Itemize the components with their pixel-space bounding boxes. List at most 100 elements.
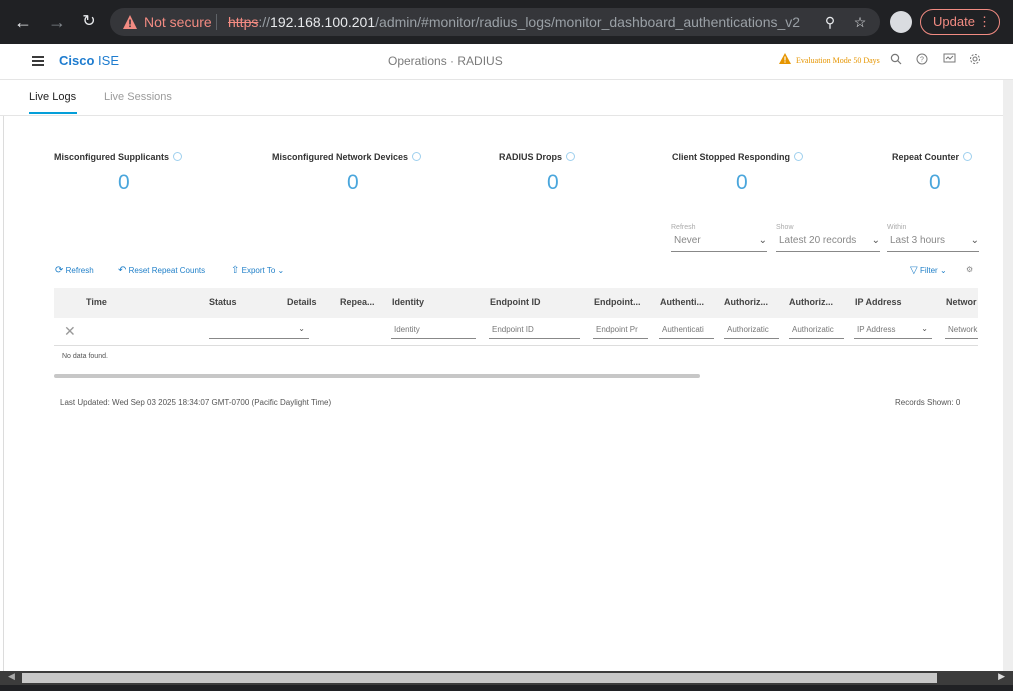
chevron-down-icon: ⌄ [921,325,928,333]
svg-text:?: ? [920,57,924,64]
authentication-filter-input[interactable]: Authenticati [659,325,714,339]
metric-label: RADIUS Drops [499,152,563,162]
metric-misconfigured-supplicants[interactable]: Misconfigured Supplicants 0 [54,147,183,194]
metric-value[interactable]: 0 [929,171,941,195]
table-horizontal-scrollbar[interactable] [54,374,700,378]
filter-icon: ▽ [910,265,918,276]
metric-misconfigured-network-devices[interactable]: Misconfigured Network Devices 0 [272,147,422,194]
zoom-icon[interactable]: ⚲ [820,12,840,32]
info-icon[interactable] [963,152,973,161]
page-horizontal-scrollbar[interactable]: ◀ ▶ [0,671,1013,685]
ip-address-filter-select[interactable]: IP Address ⌄ [854,325,932,339]
warning-icon [779,53,791,64]
tab-live-logs[interactable]: Live Logs [29,91,76,103]
url-text[interactable]: https://192.168.100.201/admin/#monitor/r… [228,14,800,30]
warning-icon [123,15,137,29]
tab-live-sessions[interactable]: Live Sessions [104,91,172,103]
metric-client-stopped-responding[interactable]: Client Stopped Responding 0 [672,147,803,194]
reload-icon[interactable]: ↻ [78,11,100,33]
info-icon[interactable] [566,152,576,161]
within-filter-label: Within [887,224,907,231]
within-select[interactable]: Last 3 hours ⌄ [887,235,979,252]
left-divider [3,116,4,671]
metric-label: Misconfigured Supplicants [54,152,170,162]
column-header-authorization-2[interactable]: Authoriz... [789,297,833,307]
metric-label: Misconfigured Network Devices [272,152,409,162]
column-header-endpoint-id[interactable]: Endpoint ID [490,297,541,307]
metric-radius-drops[interactable]: RADIUS Drops 0 [499,147,576,194]
help-icon[interactable]: ? [914,53,930,69]
scrollbar-thumb[interactable] [22,673,937,683]
search-icon[interactable] [888,53,904,69]
forward-icon[interactable]: → [46,11,68,33]
column-header-details[interactable]: Details [287,297,317,307]
network-filter-input[interactable]: Network [945,325,978,339]
evaluation-mode-link[interactable]: Evaluation Mode 50 Days [796,56,880,65]
identity-filter-input[interactable]: Identity [391,325,476,339]
metric-label: Repeat Counter [892,152,960,162]
info-icon[interactable] [794,152,803,161]
metric-value[interactable]: 0 [736,171,748,195]
refresh-icon: ⟳ [55,265,64,276]
chevron-down-icon: ⌄ [758,235,767,246]
table-filter-row: ✕ ⌄ Identity Endpoint ID Endpoint Pr Aut… [54,318,978,346]
page-title: Operations · RADIUS [388,54,503,68]
active-tab-indicator [29,112,77,114]
page: Cisco ISE Operations · RADIUS Evaluation… [0,44,1013,671]
not-secure-label[interactable]: Not secure [144,14,212,30]
profile-avatar[interactable] [890,11,912,33]
endpoint-id-filter-input[interactable]: Endpoint ID [489,325,580,339]
export-to-button[interactable]: ⇧ Export To ⌄ [231,265,284,276]
authorization-2-filter-input[interactable]: Authorizatic [789,325,844,339]
status-filter-select[interactable]: ⌄ [209,325,309,339]
metric-value[interactable]: 0 [347,171,359,195]
export-icon: ⇧ [231,265,240,276]
scroll-right-icon[interactable]: ▶ [998,671,1005,682]
back-icon[interactable]: ← [12,11,34,33]
gear-icon[interactable] [967,53,983,69]
info-icon[interactable] [173,152,183,161]
column-header-endpoint-profile[interactable]: Endpoint... [594,297,641,307]
close-icon[interactable]: ✕ [64,323,76,340]
chevron-down-icon: ⌄ [871,235,880,246]
table-header: Time Status Details Repea... Identity En… [54,288,978,318]
refresh-filter-label: Refresh [671,224,696,231]
star-icon[interactable]: ☆ [850,12,870,32]
metric-value[interactable]: 0 [547,171,559,195]
show-filter-label: Show [776,224,794,231]
tab-bar: Live Logs Live Sessions [0,80,1003,116]
metric-repeat-counter[interactable]: Repeat Counter 0 [892,147,973,194]
filter-button[interactable]: ▽ Filter ⌄ [910,265,947,276]
chevron-down-icon: ⌄ [970,235,979,246]
empty-table-message: No data found. [62,353,108,360]
column-header-identity[interactable]: Identity [392,297,424,307]
brand-logo[interactable]: Cisco ISE [59,53,119,68]
reset-repeat-counts-button[interactable]: ↶ Reset Repeat Counts [118,265,205,276]
update-button[interactable]: Update ⋮ [920,9,1000,35]
column-header-status[interactable]: Status [209,297,237,307]
column-header-network[interactable]: Networ [946,297,977,307]
info-icon[interactable] [412,152,422,161]
metric-label: Client Stopped Responding [672,152,790,162]
address-bar[interactable]: Not secure https://192.168.100.201/admin… [110,8,880,36]
gear-icon[interactable]: ⚙ [966,265,973,274]
refresh-select[interactable]: Never ⌄ [671,235,767,252]
column-header-ip-address[interactable]: IP Address [855,297,902,307]
authorization-1-filter-input[interactable]: Authorizatic [724,325,779,339]
scroll-left-icon[interactable]: ◀ [8,671,15,682]
column-header-time[interactable]: Time [86,297,107,307]
column-header-authorization-1[interactable]: Authoriz... [724,297,768,307]
notifications-icon[interactable] [941,53,957,69]
show-select[interactable]: Latest 20 records ⌄ [776,235,880,252]
column-header-repeat[interactable]: Repea... [340,297,375,307]
column-header-authentication[interactable]: Authenti... [660,297,704,307]
page-vertical-scrollbar[interactable] [1003,80,1013,671]
menu-dots-icon: ⋮ [978,14,991,29]
browser-toolbar: ← → ↻ Not secure https://192.168.100.201… [0,0,1013,44]
hamburger-menu-icon[interactable] [32,56,44,66]
separator [216,14,217,30]
metric-value[interactable]: 0 [118,171,130,195]
endpoint-profile-filter-input[interactable]: Endpoint Pr [593,325,648,339]
refresh-button[interactable]: ⟳ Refresh [55,265,94,276]
chevron-down-icon: ⌄ [939,266,947,275]
